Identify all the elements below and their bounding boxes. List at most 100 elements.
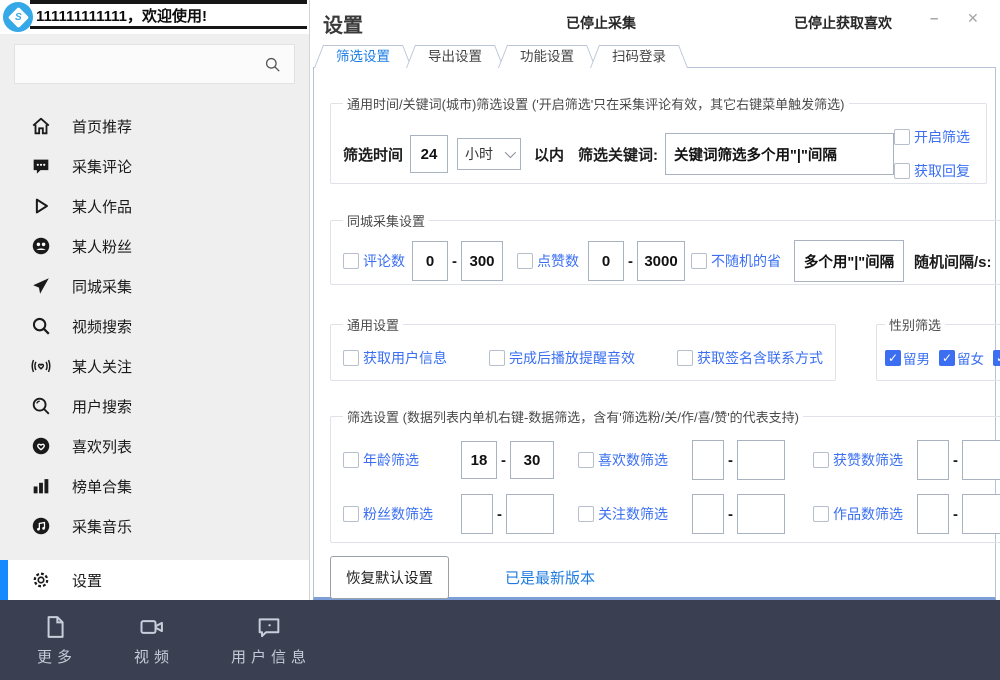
- close-button[interactable]: ✕: [967, 10, 979, 27]
- tab-filter-settings[interactable]: 筛选设置: [314, 45, 412, 68]
- sidebar-item-label: 某人关注: [72, 356, 132, 377]
- like-min-input[interactable]: [588, 241, 624, 281]
- sidebar-item-home-recommend[interactable]: 首页推荐: [0, 106, 309, 146]
- works-filter-min-input[interactable]: [917, 494, 949, 534]
- like-max-input[interactable]: [637, 241, 685, 281]
- fans-count-filter-checkbox[interactable]: [343, 506, 359, 522]
- sidebar: S 111111111111，欢迎使用! 首页推荐 采集评论: [0, 0, 310, 600]
- time-keyword-filter-group: 通用时间/关键词(城市)筛选设置 ('开启筛选'只在采集评论有效，其它右键菜单触…: [330, 94, 987, 184]
- sidebar-item-city-collect[interactable]: 同城采集: [0, 266, 309, 306]
- chevron-down-icon: [505, 147, 516, 158]
- data-filter-group: 筛选设置 (数据列表内单机右键-数据筛选，含有'筛选粉/关/作/喜/赞'的代表支…: [330, 407, 1000, 543]
- like-count-label: 点赞数: [537, 251, 579, 271]
- age-max-input[interactable]: [510, 441, 554, 479]
- sidebar-item-label: 喜欢列表: [72, 436, 132, 457]
- praise-count-filter-checkbox[interactable]: [813, 452, 829, 468]
- like-count-filter-checkbox[interactable]: [578, 452, 594, 468]
- tab-scan-login[interactable]: 扫码登录: [590, 45, 688, 68]
- fans-filter-min-input[interactable]: [461, 494, 493, 534]
- praise-filter-max-input[interactable]: [962, 440, 1000, 480]
- group-legend: 同城采集设置: [343, 211, 429, 230]
- sidebar-item-user-search[interactable]: 用户搜索: [0, 386, 309, 426]
- tab-export-settings[interactable]: 导出设置: [406, 45, 504, 68]
- sidebar-item-collect-music[interactable]: 采集音乐: [0, 506, 309, 546]
- sidebar-menu: 首页推荐 采集评论 某人作品 某人粉丝: [0, 84, 309, 546]
- collect-status-text: 已停止采集: [566, 13, 636, 33]
- comment-max-input[interactable]: [461, 241, 503, 281]
- settings-tabbar: 筛选设置 导出设置 功能设置 扫码登录: [314, 45, 682, 68]
- play-sound-checkbox[interactable]: [489, 350, 505, 366]
- sidebar-item-collect-comments[interactable]: 采集评论: [0, 146, 309, 186]
- sidebar-item-like-list[interactable]: 喜欢列表: [0, 426, 309, 466]
- sidebar-item-rank-collection[interactable]: 榜单合集: [0, 466, 309, 506]
- comment-count-label: 评论数: [363, 251, 405, 271]
- filter-time-label: 筛选时间: [343, 144, 403, 165]
- city-collect-group: 同城采集设置 评论数 - 点赞数 - 不随机的省 随机间隔/s:: [330, 211, 1000, 285]
- fans-filter-max-input[interactable]: [506, 494, 554, 534]
- sidebar-item-user-follows[interactable]: 某人关注: [0, 346, 309, 386]
- bottom-item-user-info[interactable]: 用户信息: [226, 613, 311, 667]
- minimize-button[interactable]: –: [930, 10, 938, 27]
- home-icon: [30, 115, 52, 137]
- keep-other-checkbox[interactable]: [993, 350, 1000, 366]
- page-title: 设置: [323, 9, 363, 38]
- main-area: 设置 已停止采集 已停止获取喜欢 – ✕ 筛选设置 导出设置 功能设置 扫码登录: [310, 0, 1000, 600]
- comment-count-checkbox[interactable]: [343, 253, 359, 269]
- sidebar-item-label: 视频搜索: [72, 316, 132, 337]
- restore-defaults-button[interactable]: 恢复默认设置: [330, 556, 449, 599]
- like-filter-max-input[interactable]: [737, 440, 785, 480]
- bottom-item-more[interactable]: 更多: [32, 613, 77, 667]
- general-settings-group: 通用设置 获取用户信息 完成后播放提醒音效 获取签名含联系方式: [330, 315, 836, 381]
- user-search-icon: [30, 395, 52, 417]
- keep-male-checkbox[interactable]: [885, 350, 901, 366]
- fans-icon: [30, 235, 52, 257]
- location-arrow-icon: [30, 275, 52, 297]
- broadcast-heart-icon: [30, 355, 52, 377]
- bottom-item-video[interactable]: 视频: [129, 613, 174, 667]
- welcome-header: S 111111111111，欢迎使用!: [0, 0, 309, 34]
- chat-bubble-icon: [255, 613, 283, 641]
- likes-status-text: 已停止获取喜欢: [794, 13, 892, 33]
- magnifier-icon: [30, 315, 52, 337]
- sidebar-item-label: 某人粉丝: [72, 236, 132, 257]
- main-header: 设置 已停止采集 已停止获取喜欢 – ✕: [310, 0, 1000, 44]
- follow-filter-max-input[interactable]: [737, 494, 785, 534]
- sidebar-search-input[interactable]: [14, 44, 295, 84]
- fixed-province-checkbox[interactable]: [691, 253, 707, 269]
- sidebar-item-settings[interactable]: 设置: [0, 560, 309, 600]
- sidebar-item-video-search[interactable]: 视频搜索: [0, 306, 309, 346]
- sidebar-item-label: 用户搜索: [72, 396, 132, 417]
- enable-filter-checkbox[interactable]: [894, 129, 910, 145]
- province-list-input[interactable]: [794, 240, 904, 282]
- follow-count-filter-checkbox[interactable]: [578, 506, 594, 522]
- latest-version-link[interactable]: 已是最新版本: [505, 567, 595, 588]
- filter-keyword-input[interactable]: [665, 133, 894, 175]
- age-min-input[interactable]: [461, 441, 497, 479]
- age-filter-checkbox[interactable]: [343, 452, 359, 468]
- music-note-icon: [30, 515, 52, 537]
- sidebar-item-label: 采集音乐: [72, 516, 132, 537]
- filter-keyword-label: 筛选关键词:: [578, 144, 658, 165]
- time-unit-select[interactable]: 小时: [457, 138, 521, 170]
- works-count-filter-checkbox[interactable]: [813, 506, 829, 522]
- get-reply-checkbox[interactable]: [894, 163, 910, 179]
- group-legend: 通用时间/关键词(城市)筛选设置 ('开启筛选'只在采集评论有效，其它右键菜单触…: [343, 94, 849, 113]
- sidebar-item-user-works[interactable]: 某人作品: [0, 186, 309, 226]
- sidebar-item-user-fans[interactable]: 某人粉丝: [0, 226, 309, 266]
- comment-bubble-icon: [30, 155, 52, 177]
- like-filter-min-input[interactable]: [692, 440, 724, 480]
- keep-female-checkbox[interactable]: [939, 350, 955, 366]
- signature-contact-checkbox[interactable]: [677, 350, 693, 366]
- filter-time-input[interactable]: [410, 135, 448, 173]
- like-count-checkbox[interactable]: [517, 253, 533, 269]
- group-legend: 性别筛选: [885, 315, 945, 334]
- works-filter-max-input[interactable]: [962, 494, 1000, 534]
- praise-filter-min-input[interactable]: [917, 440, 949, 480]
- tab-function-settings[interactable]: 功能设置: [498, 45, 596, 68]
- comment-min-input[interactable]: [412, 241, 448, 281]
- gem-icon: S: [7, 6, 28, 27]
- follow-filter-min-input[interactable]: [692, 494, 724, 534]
- app-logo: S: [3, 2, 33, 32]
- sidebar-item-label: 采集评论: [72, 156, 132, 177]
- get-user-info-checkbox[interactable]: [343, 350, 359, 366]
